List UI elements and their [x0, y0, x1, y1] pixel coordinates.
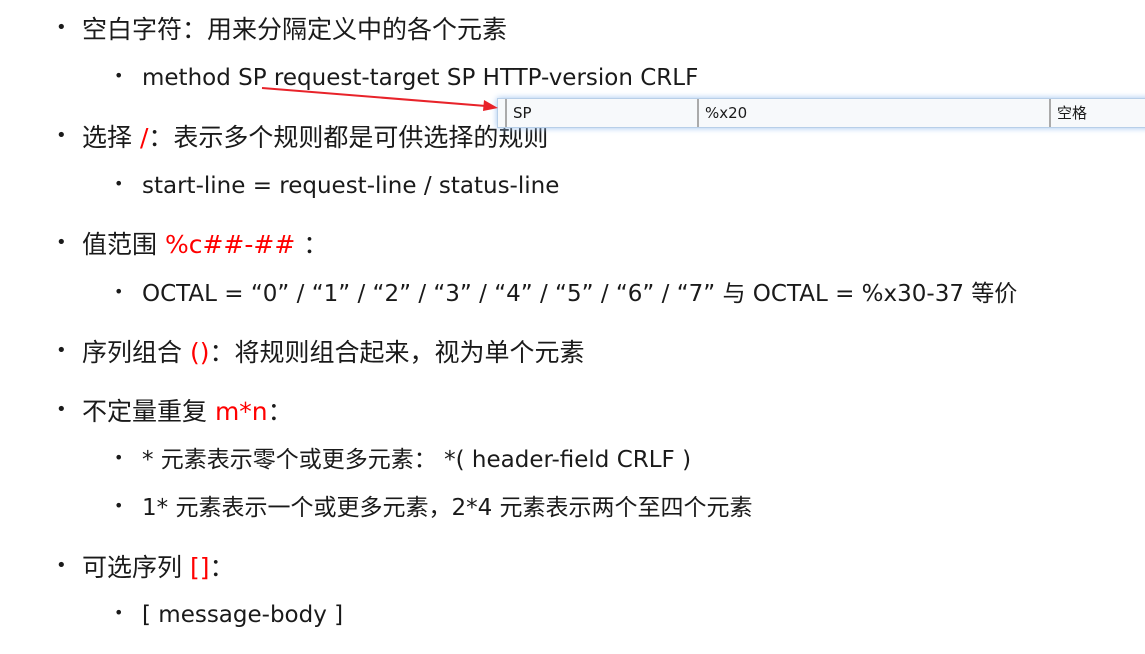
- sub-bullet-start-line: • start-line = request-line / status-line: [114, 175, 559, 198]
- bullet-whitespace: • 空白字符：用来分隔定义中的各个元素: [56, 17, 507, 42]
- operator: (): [189, 338, 210, 367]
- popup-value: %x20: [697, 99, 1049, 127]
- bullet-dot: •: [114, 173, 124, 193]
- item-text: ：表示多个规则都是可供选择的规则: [148, 123, 549, 152]
- item-text: [ message-body ]: [142, 602, 344, 628]
- bullet-dot: •: [56, 399, 67, 420]
- item-text: ：: [267, 397, 293, 426]
- sub-bullet-zero-or-more: • * 元素表示零个或更多元素： *( header-field CRLF ): [114, 449, 691, 472]
- sub-bullet-message-body: • [ message-body ]: [114, 604, 343, 627]
- bullet-dot: •: [56, 125, 67, 146]
- item-text: * 元素表示零个或更多元素： *( header-field CRLF ): [142, 447, 692, 473]
- bullet-repetition: • 不定量重复 m*n：: [56, 399, 293, 424]
- bullet-dot: •: [56, 17, 67, 38]
- bullet-value-range: • 值范围 %c##-## ：: [56, 232, 328, 257]
- operator: %c##-##: [164, 230, 296, 259]
- item-text: start-line = request-line / status-line: [142, 173, 560, 199]
- popup-description: 空格: [1049, 99, 1145, 127]
- operator: m*n: [214, 397, 268, 426]
- bullet-dot: •: [114, 447, 124, 467]
- sub-bullet-request-line: • method SP request-target SP HTTP-versio…: [114, 67, 698, 90]
- bullet-dot: •: [114, 602, 124, 622]
- sp-definition-popup: SP %x20 空格: [497, 98, 1145, 128]
- item-text: ：: [209, 553, 235, 582]
- bullet-dot: •: [56, 232, 67, 253]
- item-text: 不定量重复: [82, 397, 215, 426]
- bullet-sequence-group: • 序列组合 ()：将规则组合起来，视为单个元素: [56, 340, 584, 365]
- sub-bullet-octal: • OCTAL = “0” / “1” / “2” / “3” / “4” / “…: [114, 283, 1017, 306]
- bullet-dot: •: [114, 65, 124, 85]
- bullet-dot: •: [56, 340, 67, 361]
- item-text: method SP request-target SP HTTP-version…: [142, 65, 699, 91]
- item-text: OCTAL = “0” / “1” / “2” / “3” / “4” / “5…: [142, 281, 1018, 307]
- sub-bullet-one-or-more: • 1* 元素表示一个或更多元素，2*4 元素表示两个至四个元素: [114, 497, 753, 520]
- popup-name: SP: [505, 99, 697, 127]
- item-text: ：: [295, 230, 329, 259]
- item-text: 序列组合: [82, 338, 190, 367]
- item-text: 值范围: [82, 230, 165, 259]
- operator: []: [189, 553, 210, 582]
- item-text: ：将规则组合起来，视为单个元素: [209, 338, 585, 367]
- item-text: 选择: [82, 123, 140, 152]
- bullet-alternation: • 选择 /：表示多个规则都是可供选择的规则: [56, 125, 548, 150]
- arrow-head-icon: [483, 100, 498, 111]
- bullet-optional: • 可选序列 []：: [56, 555, 234, 580]
- bullet-dot: •: [114, 495, 124, 515]
- item-text: 可选序列: [82, 553, 190, 582]
- bullet-dot: •: [114, 281, 124, 301]
- item-text: 1* 元素表示一个或更多元素，2*4 元素表示两个至四个元素: [142, 495, 753, 521]
- bullet-dot: •: [56, 555, 67, 576]
- item-text: 空白字符：用来分隔定义中的各个元素: [82, 15, 508, 44]
